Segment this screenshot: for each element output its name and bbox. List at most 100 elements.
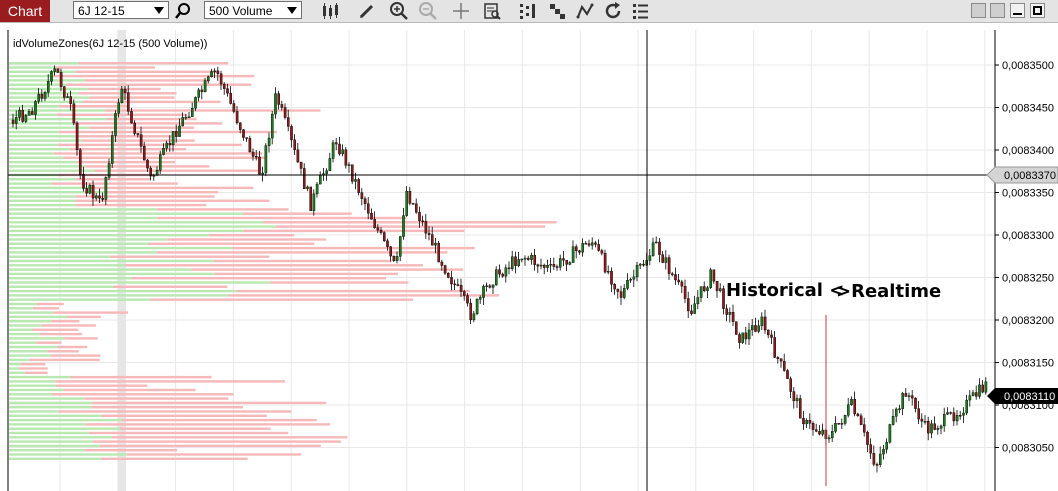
candle-body bbox=[677, 279, 680, 283]
volume-zone-sell bbox=[63, 156, 265, 159]
candle-body bbox=[853, 399, 856, 415]
chart-trader-icon[interactable] bbox=[575, 1, 595, 21]
volume-zone-buy bbox=[9, 307, 33, 310]
volume-zone-buy bbox=[9, 285, 114, 288]
candle-body bbox=[117, 102, 120, 114]
volume-zone-sell bbox=[119, 427, 271, 430]
candle-body bbox=[229, 92, 233, 104]
minimize-icon[interactable] bbox=[990, 3, 1005, 18]
zoom-in-icon[interactable] bbox=[389, 1, 409, 21]
maximize-icon[interactable] bbox=[1010, 3, 1025, 18]
candle-body bbox=[738, 334, 741, 343]
candle-body bbox=[523, 257, 527, 260]
crosshair-icon[interactable] bbox=[451, 1, 471, 21]
volume-zone-buy bbox=[9, 74, 54, 78]
volume-zone-sell bbox=[53, 311, 129, 314]
candle-body bbox=[213, 70, 217, 73]
candle-body bbox=[555, 266, 559, 268]
candle-body bbox=[280, 104, 284, 108]
candle-body bbox=[655, 241, 658, 244]
candle-body bbox=[869, 444, 872, 454]
candle-body bbox=[725, 308, 728, 315]
period-selector[interactable]: 500 Volume bbox=[204, 1, 302, 19]
volume-zone-buy bbox=[9, 83, 67, 86]
candle-body bbox=[94, 195, 98, 199]
volume-zone-buy bbox=[9, 191, 107, 194]
volume-zone-sell bbox=[236, 289, 470, 293]
candle-body bbox=[767, 329, 770, 336]
volume-zone-buy bbox=[9, 337, 65, 340]
candle-body bbox=[466, 295, 469, 304]
candle-body bbox=[549, 263, 552, 266]
strategies-icon[interactable] bbox=[547, 1, 567, 21]
candle-body bbox=[424, 220, 428, 234]
candle-body bbox=[840, 423, 844, 425]
volume-zone-buy bbox=[9, 79, 85, 82]
volume-zone-sell bbox=[51, 182, 178, 185]
volume-zone-sell bbox=[275, 225, 546, 228]
candle-body bbox=[562, 258, 565, 261]
volume-zone-sell bbox=[99, 444, 321, 448]
restore-icon[interactable] bbox=[971, 3, 986, 18]
volume-zone-buy bbox=[9, 152, 54, 155]
candle-body bbox=[587, 243, 591, 246]
price-chart[interactable]: 0,0083500 0,0083450 0,0083400 0,0083350 0,00… bbox=[0, 30, 1058, 491]
volume-zone-sell bbox=[243, 229, 465, 233]
data-box-icon[interactable] bbox=[482, 1, 502, 21]
candle-body bbox=[389, 246, 393, 257]
candle-body bbox=[533, 254, 536, 265]
volume-zone-buy bbox=[9, 384, 56, 387]
volume-zone-buy bbox=[9, 186, 90, 190]
period-value: 500 Volume bbox=[209, 4, 273, 18]
candle-body bbox=[843, 415, 847, 424]
candle-body bbox=[303, 168, 306, 189]
volume-zone-buy bbox=[9, 203, 77, 207]
volume-zone-sell bbox=[55, 384, 148, 387]
volume-zone-buy bbox=[9, 315, 67, 319]
candle-body bbox=[847, 404, 850, 416]
candle-body bbox=[133, 122, 137, 134]
volume-zone-sell bbox=[32, 307, 59, 310]
candle-body bbox=[821, 429, 824, 435]
volume-zone-buy bbox=[9, 277, 132, 280]
volume-zone-buy bbox=[9, 139, 82, 142]
reload-icon[interactable] bbox=[603, 1, 623, 21]
price-tick-label: 0,0083400 bbox=[1002, 145, 1054, 157]
search-icon[interactable] bbox=[173, 1, 193, 21]
volume-zone-buy bbox=[9, 423, 86, 426]
volume-zone-sell bbox=[66, 315, 101, 319]
indicators-icon[interactable] bbox=[517, 1, 537, 21]
candle-body bbox=[200, 89, 204, 92]
candle-body bbox=[520, 258, 524, 261]
candle-body bbox=[584, 243, 588, 245]
volume-zone-buy bbox=[9, 195, 76, 198]
draw-pencil-icon[interactable] bbox=[357, 1, 377, 21]
volume-zone-sell bbox=[81, 139, 195, 142]
volume-zone-sell bbox=[89, 96, 175, 99]
candle-body bbox=[338, 143, 341, 155]
properties-icon[interactable] bbox=[630, 1, 650, 21]
volume-zone-buy bbox=[9, 444, 100, 448]
candle-body bbox=[744, 332, 748, 340]
candle-body bbox=[72, 103, 76, 124]
volume-zone-buy bbox=[9, 457, 102, 460]
candle-body bbox=[543, 264, 546, 268]
candle-body bbox=[658, 241, 661, 255]
candle-body bbox=[271, 113, 274, 139]
last-price-label: 0,0083110 bbox=[1004, 391, 1055, 403]
bar-type-icon[interactable] bbox=[320, 1, 340, 21]
volume-zone-buy bbox=[9, 259, 215, 263]
zoom-out-icon[interactable] bbox=[418, 1, 438, 21]
chart-tab[interactable]: Chart bbox=[0, 0, 50, 22]
candle-body bbox=[475, 299, 479, 314]
candle-body bbox=[399, 236, 402, 257]
close-icon[interactable] bbox=[1030, 3, 1045, 18]
candle-body bbox=[312, 193, 316, 211]
candle-body bbox=[751, 325, 754, 331]
candle-body bbox=[703, 286, 706, 291]
instrument-selector[interactable]: 6J 12-15 bbox=[73, 1, 169, 19]
candle-body bbox=[568, 262, 572, 265]
volume-zone-sell bbox=[19, 367, 48, 370]
candle-body bbox=[274, 93, 277, 115]
candle-body bbox=[405, 191, 409, 216]
